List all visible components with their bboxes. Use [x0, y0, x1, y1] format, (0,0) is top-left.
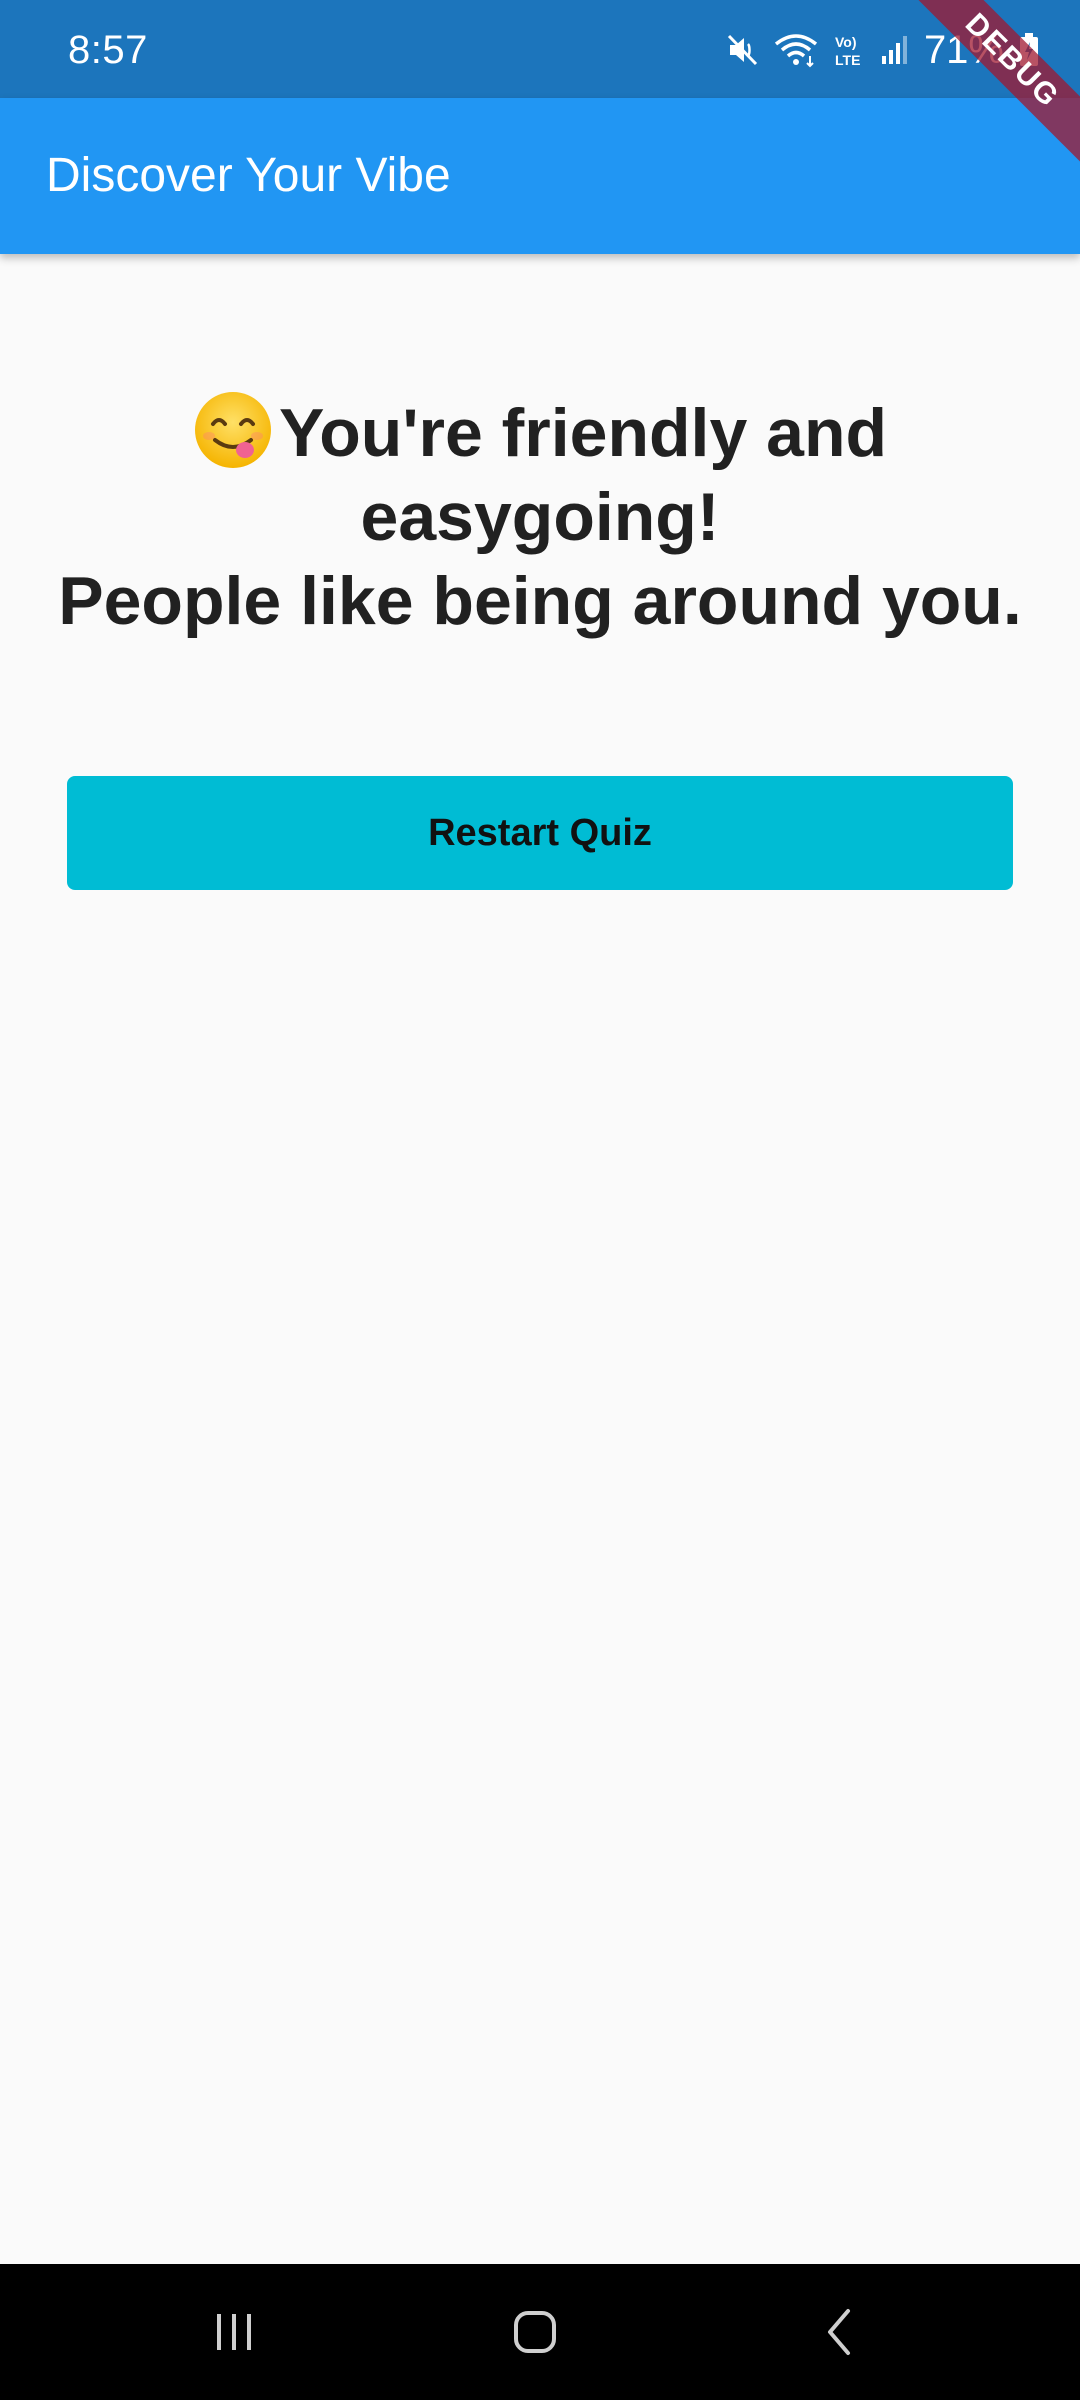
- restart-quiz-button[interactable]: Restart Quiz: [67, 776, 1013, 890]
- status-time: 8:57: [68, 28, 148, 72]
- battery-icon: [1018, 32, 1040, 68]
- app-bar: Discover Your Vibe: [0, 98, 1080, 254]
- svg-text:Vo): Vo): [835, 34, 857, 50]
- signal-icon: [880, 34, 910, 66]
- result-line-1: You're friendly and easygoing!: [278, 395, 888, 555]
- mute-icon: [726, 33, 760, 67]
- app-title: Discover Your Vibe: [46, 149, 451, 202]
- home-icon[interactable]: [495, 2292, 575, 2372]
- back-icon[interactable]: [800, 2292, 880, 2372]
- status-bar: 8:57 Vo) LTE 71%: [0, 0, 1080, 98]
- status-icons: Vo) LTE 71%: [726, 26, 1040, 74]
- volte-icon: Vo) LTE: [832, 32, 866, 68]
- result-line-2: People like being around you.: [58, 563, 1022, 639]
- svg-text:LTE: LTE: [835, 52, 860, 68]
- face-savoring-food-icon: [193, 390, 273, 470]
- wifi-icon: [774, 32, 818, 68]
- battery-percent: 71%: [923, 28, 1004, 72]
- recents-icon[interactable]: [194, 2292, 274, 2372]
- result-message: You're friendly and easygoing! People li…: [40, 390, 1040, 643]
- system-nav-bar: [0, 2264, 1080, 2400]
